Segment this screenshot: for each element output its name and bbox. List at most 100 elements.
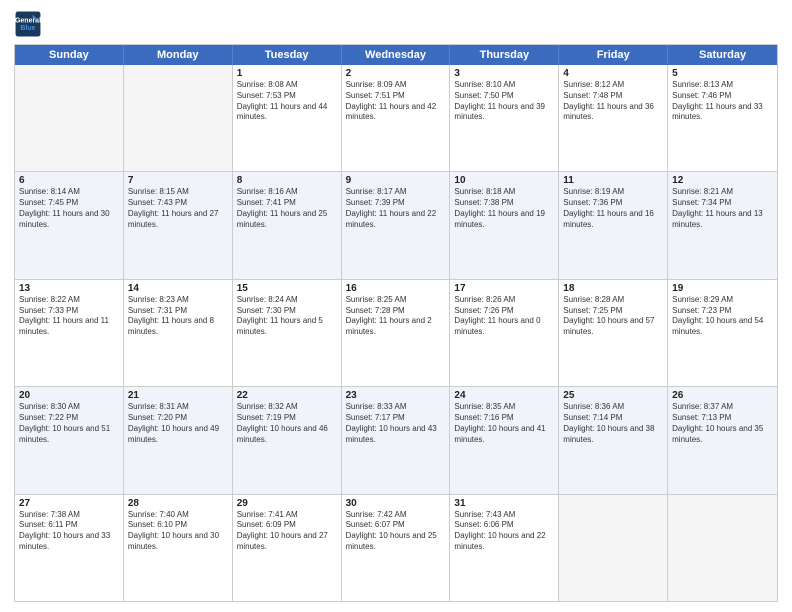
weekday-header-thursday: Thursday: [450, 45, 559, 65]
day-number: 21: [128, 390, 228, 401]
calendar-cell: 5Sunrise: 8:13 AM Sunset: 7:46 PM Daylig…: [668, 65, 777, 171]
cell-info: Sunrise: 8:25 AM Sunset: 7:28 PM Dayligh…: [346, 295, 446, 338]
cell-info: Sunrise: 7:40 AM Sunset: 6:10 PM Dayligh…: [128, 510, 228, 553]
day-number: 16: [346, 283, 446, 294]
logo-icon: General Blue: [14, 10, 42, 38]
day-number: 27: [19, 498, 119, 509]
cell-info: Sunrise: 8:14 AM Sunset: 7:45 PM Dayligh…: [19, 187, 119, 230]
calendar-cell: 16Sunrise: 8:25 AM Sunset: 7:28 PM Dayli…: [342, 280, 451, 386]
calendar-cell: 10Sunrise: 8:18 AM Sunset: 7:38 PM Dayli…: [450, 172, 559, 278]
day-number: 19: [672, 283, 773, 294]
svg-text:General: General: [15, 17, 41, 24]
calendar-cell: 3Sunrise: 8:10 AM Sunset: 7:50 PM Daylig…: [450, 65, 559, 171]
calendar-row-2: 13Sunrise: 8:22 AM Sunset: 7:33 PM Dayli…: [15, 279, 777, 386]
cell-info: Sunrise: 7:41 AM Sunset: 6:09 PM Dayligh…: [237, 510, 337, 553]
day-number: 15: [237, 283, 337, 294]
cell-info: Sunrise: 8:24 AM Sunset: 7:30 PM Dayligh…: [237, 295, 337, 338]
calendar-cell: 1Sunrise: 8:08 AM Sunset: 7:53 PM Daylig…: [233, 65, 342, 171]
cell-info: Sunrise: 8:37 AM Sunset: 7:13 PM Dayligh…: [672, 402, 773, 445]
calendar-cell: 29Sunrise: 7:41 AM Sunset: 6:09 PM Dayli…: [233, 495, 342, 601]
cell-info: Sunrise: 8:28 AM Sunset: 7:25 PM Dayligh…: [563, 295, 663, 338]
calendar-cell: 11Sunrise: 8:19 AM Sunset: 7:36 PM Dayli…: [559, 172, 668, 278]
weekday-header-tuesday: Tuesday: [233, 45, 342, 65]
day-number: 23: [346, 390, 446, 401]
cell-info: Sunrise: 8:31 AM Sunset: 7:20 PM Dayligh…: [128, 402, 228, 445]
cell-info: Sunrise: 8:36 AM Sunset: 7:14 PM Dayligh…: [563, 402, 663, 445]
day-number: 25: [563, 390, 663, 401]
cell-info: Sunrise: 8:09 AM Sunset: 7:51 PM Dayligh…: [346, 80, 446, 123]
day-number: 6: [19, 175, 119, 186]
day-number: 18: [563, 283, 663, 294]
calendar-cell: 23Sunrise: 8:33 AM Sunset: 7:17 PM Dayli…: [342, 387, 451, 493]
calendar-row-3: 20Sunrise: 8:30 AM Sunset: 7:22 PM Dayli…: [15, 386, 777, 493]
weekday-header-wednesday: Wednesday: [342, 45, 451, 65]
cell-info: Sunrise: 8:29 AM Sunset: 7:23 PM Dayligh…: [672, 295, 773, 338]
cell-info: Sunrise: 8:26 AM Sunset: 7:26 PM Dayligh…: [454, 295, 554, 338]
day-number: 1: [237, 68, 337, 79]
calendar-cell: 12Sunrise: 8:21 AM Sunset: 7:34 PM Dayli…: [668, 172, 777, 278]
cell-info: Sunrise: 8:13 AM Sunset: 7:46 PM Dayligh…: [672, 80, 773, 123]
calendar-cell: 2Sunrise: 8:09 AM Sunset: 7:51 PM Daylig…: [342, 65, 451, 171]
calendar-cell: 22Sunrise: 8:32 AM Sunset: 7:19 PM Dayli…: [233, 387, 342, 493]
day-number: 20: [19, 390, 119, 401]
calendar-cell: 25Sunrise: 8:36 AM Sunset: 7:14 PM Dayli…: [559, 387, 668, 493]
cell-info: Sunrise: 8:22 AM Sunset: 7:33 PM Dayligh…: [19, 295, 119, 338]
calendar-cell: 13Sunrise: 8:22 AM Sunset: 7:33 PM Dayli…: [15, 280, 124, 386]
weekday-header-friday: Friday: [559, 45, 668, 65]
calendar-cell: 26Sunrise: 8:37 AM Sunset: 7:13 PM Dayli…: [668, 387, 777, 493]
calendar-cell: 21Sunrise: 8:31 AM Sunset: 7:20 PM Dayli…: [124, 387, 233, 493]
svg-text:Blue: Blue: [20, 25, 35, 32]
cell-info: Sunrise: 8:18 AM Sunset: 7:38 PM Dayligh…: [454, 187, 554, 230]
calendar-row-4: 27Sunrise: 7:38 AM Sunset: 6:11 PM Dayli…: [15, 494, 777, 601]
calendar-cell: 8Sunrise: 8:16 AM Sunset: 7:41 PM Daylig…: [233, 172, 342, 278]
cell-info: Sunrise: 8:32 AM Sunset: 7:19 PM Dayligh…: [237, 402, 337, 445]
cell-info: Sunrise: 8:15 AM Sunset: 7:43 PM Dayligh…: [128, 187, 228, 230]
cell-info: Sunrise: 8:12 AM Sunset: 7:48 PM Dayligh…: [563, 80, 663, 123]
weekday-header-sunday: Sunday: [15, 45, 124, 65]
day-number: 24: [454, 390, 554, 401]
calendar-cell: 9Sunrise: 8:17 AM Sunset: 7:39 PM Daylig…: [342, 172, 451, 278]
calendar-row-1: 6Sunrise: 8:14 AM Sunset: 7:45 PM Daylig…: [15, 171, 777, 278]
cell-info: Sunrise: 7:42 AM Sunset: 6:07 PM Dayligh…: [346, 510, 446, 553]
calendar-cell: [15, 65, 124, 171]
cell-info: Sunrise: 8:33 AM Sunset: 7:17 PM Dayligh…: [346, 402, 446, 445]
day-number: 4: [563, 68, 663, 79]
day-number: 13: [19, 283, 119, 294]
day-number: 7: [128, 175, 228, 186]
day-number: 2: [346, 68, 446, 79]
cell-info: Sunrise: 7:38 AM Sunset: 6:11 PM Dayligh…: [19, 510, 119, 553]
day-number: 22: [237, 390, 337, 401]
calendar-cell: 28Sunrise: 7:40 AM Sunset: 6:10 PM Dayli…: [124, 495, 233, 601]
day-number: 31: [454, 498, 554, 509]
cell-info: Sunrise: 8:16 AM Sunset: 7:41 PM Dayligh…: [237, 187, 337, 230]
calendar-cell: 27Sunrise: 7:38 AM Sunset: 6:11 PM Dayli…: [15, 495, 124, 601]
logo: General Blue: [14, 10, 46, 38]
day-number: 12: [672, 175, 773, 186]
cell-info: Sunrise: 8:35 AM Sunset: 7:16 PM Dayligh…: [454, 402, 554, 445]
calendar-cell: 18Sunrise: 8:28 AM Sunset: 7:25 PM Dayli…: [559, 280, 668, 386]
calendar-cell: 6Sunrise: 8:14 AM Sunset: 7:45 PM Daylig…: [15, 172, 124, 278]
calendar-cell: 14Sunrise: 8:23 AM Sunset: 7:31 PM Dayli…: [124, 280, 233, 386]
weekday-header-monday: Monday: [124, 45, 233, 65]
cell-info: Sunrise: 8:30 AM Sunset: 7:22 PM Dayligh…: [19, 402, 119, 445]
page-header: General Blue: [14, 10, 778, 38]
day-number: 8: [237, 175, 337, 186]
calendar-cell: 30Sunrise: 7:42 AM Sunset: 6:07 PM Dayli…: [342, 495, 451, 601]
day-number: 5: [672, 68, 773, 79]
calendar-body: 1Sunrise: 8:08 AM Sunset: 7:53 PM Daylig…: [15, 65, 777, 601]
day-number: 30: [346, 498, 446, 509]
cell-info: Sunrise: 8:08 AM Sunset: 7:53 PM Dayligh…: [237, 80, 337, 123]
day-number: 11: [563, 175, 663, 186]
day-number: 29: [237, 498, 337, 509]
cell-info: Sunrise: 8:10 AM Sunset: 7:50 PM Dayligh…: [454, 80, 554, 123]
cell-info: Sunrise: 8:19 AM Sunset: 7:36 PM Dayligh…: [563, 187, 663, 230]
calendar: SundayMondayTuesdayWednesdayThursdayFrid…: [14, 44, 778, 602]
calendar-cell: [124, 65, 233, 171]
day-number: 26: [672, 390, 773, 401]
calendar-cell: 4Sunrise: 8:12 AM Sunset: 7:48 PM Daylig…: [559, 65, 668, 171]
calendar-row-0: 1Sunrise: 8:08 AM Sunset: 7:53 PM Daylig…: [15, 65, 777, 171]
weekday-header-saturday: Saturday: [668, 45, 777, 65]
cell-info: Sunrise: 7:43 AM Sunset: 6:06 PM Dayligh…: [454, 510, 554, 553]
calendar-cell: 31Sunrise: 7:43 AM Sunset: 6:06 PM Dayli…: [450, 495, 559, 601]
calendar-cell: 20Sunrise: 8:30 AM Sunset: 7:22 PM Dayli…: [15, 387, 124, 493]
